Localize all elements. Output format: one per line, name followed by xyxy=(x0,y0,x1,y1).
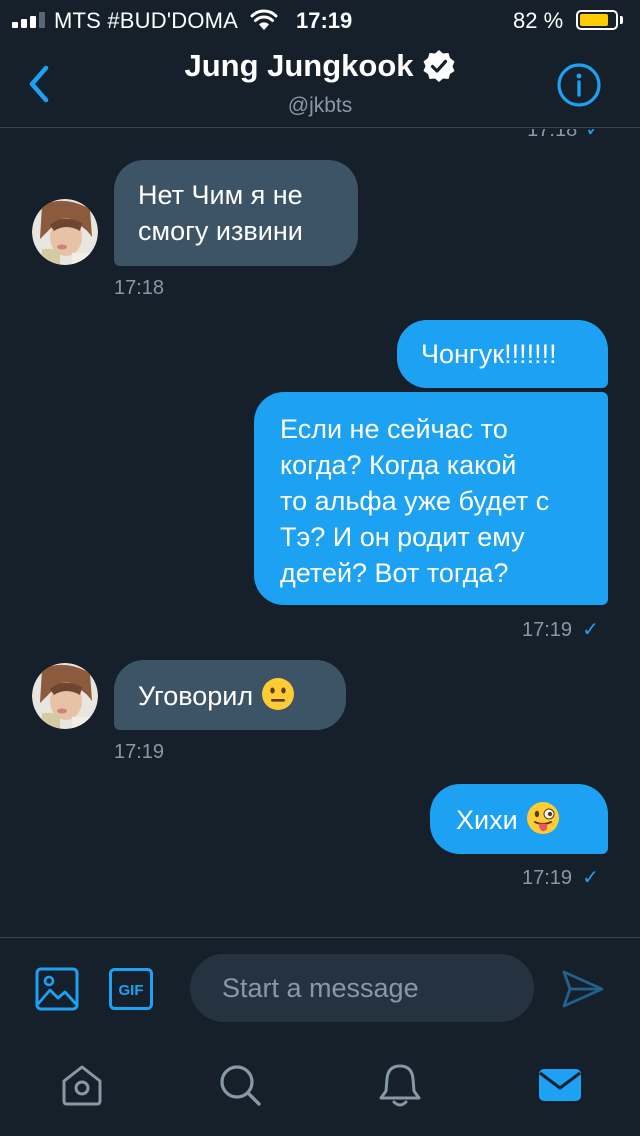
battery-tip xyxy=(620,16,623,24)
sent-check-icon: ✓ xyxy=(585,129,602,141)
sent-check-icon: ✓ xyxy=(582,867,599,889)
outgoing-message-bubble[interactable]: Хихи xyxy=(430,784,608,854)
message-time-text: 17:19 xyxy=(522,867,573,889)
status-bar: MTS #BUD'DOMA 17:19 82 % xyxy=(0,0,640,40)
battery-level xyxy=(580,14,608,26)
winking-face-with-tongue-emoji xyxy=(526,802,559,834)
search-icon[interactable] xyxy=(216,1061,264,1109)
contact-name[interactable]: Jung Jungkook xyxy=(184,48,413,84)
sent-check-icon: ✓ xyxy=(582,619,599,641)
message-composer: GIF xyxy=(0,937,640,1041)
verified-badge-icon xyxy=(423,50,455,82)
message-text: Хихи xyxy=(456,805,518,835)
message-thread[interactable]: 17:18 ✓ Нет Чим я не смогу извини 17:18 Ч… xyxy=(0,129,640,937)
message-line: когда? Когда какой xyxy=(280,450,517,480)
conversation-header: Jung Jungkook @jkbts xyxy=(0,40,640,128)
cellular-signal-icon xyxy=(12,12,45,28)
battery-icon xyxy=(576,10,618,30)
messages-icon[interactable] xyxy=(536,1061,584,1109)
battery-percentage: 82 % xyxy=(513,8,564,33)
info-icon[interactable] xyxy=(556,62,602,108)
avatar[interactable] xyxy=(32,663,98,729)
outgoing-message-bubble[interactable]: Если не сейчас то когда? Когда какой то … xyxy=(254,392,608,605)
incoming-message-bubble[interactable]: Нет Чим я не смогу извини xyxy=(114,160,358,266)
message-time-text: 17:19 xyxy=(522,619,573,641)
neutral-face-emoji xyxy=(262,678,295,710)
message-input[interactable] xyxy=(190,954,534,1022)
clipped-time-text: 17:18 xyxy=(527,129,578,141)
message-line: Тэ? И он родит ему xyxy=(280,522,525,552)
header-title-row[interactable]: Jung Jungkook xyxy=(0,48,640,84)
message-line: то альфа уже будет с xyxy=(280,486,550,516)
outgoing-message-bubble[interactable]: Чонгук!!!!!!! xyxy=(397,320,608,388)
dm-conversation-screen: MTS #BUD'DOMA 17:19 82 % Jung Jungkook @… xyxy=(0,0,640,1136)
avatar[interactable] xyxy=(32,199,98,265)
contact-handle[interactable]: @jkbts xyxy=(0,94,640,118)
message-line: смогу извини xyxy=(138,216,303,246)
status-time: 17:19 xyxy=(296,8,353,33)
home-icon[interactable] xyxy=(58,1061,106,1109)
gif-icon[interactable]: GIF xyxy=(108,967,154,1011)
message-line: детей? Вот тогда? xyxy=(280,558,509,588)
message-timestamp: 17:18 xyxy=(114,277,165,299)
message-text: Уговорил xyxy=(138,681,254,711)
notifications-icon[interactable] xyxy=(376,1061,424,1109)
image-icon[interactable] xyxy=(34,966,80,1012)
message-timestamp: 17:19 ✓ xyxy=(522,617,599,642)
svg-text:GIF: GIF xyxy=(119,982,144,999)
message-line: Нет Чим я не xyxy=(138,180,303,210)
send-icon[interactable] xyxy=(560,966,606,1012)
message-line: Чонгук!!!!!!! xyxy=(421,339,557,369)
message-timestamp: 17:19 ✓ xyxy=(522,865,599,890)
clipped-timestamp: 17:18 ✓ xyxy=(527,129,602,142)
message-timestamp: 17:19 xyxy=(114,741,165,763)
bottom-tab-bar xyxy=(0,1041,640,1136)
wifi-icon xyxy=(250,9,278,30)
message-line: Если не сейчас то xyxy=(280,414,508,444)
incoming-message-bubble[interactable]: Уговорил xyxy=(114,660,346,730)
carrier-name: MTS #BUD'DOMA xyxy=(54,8,239,33)
